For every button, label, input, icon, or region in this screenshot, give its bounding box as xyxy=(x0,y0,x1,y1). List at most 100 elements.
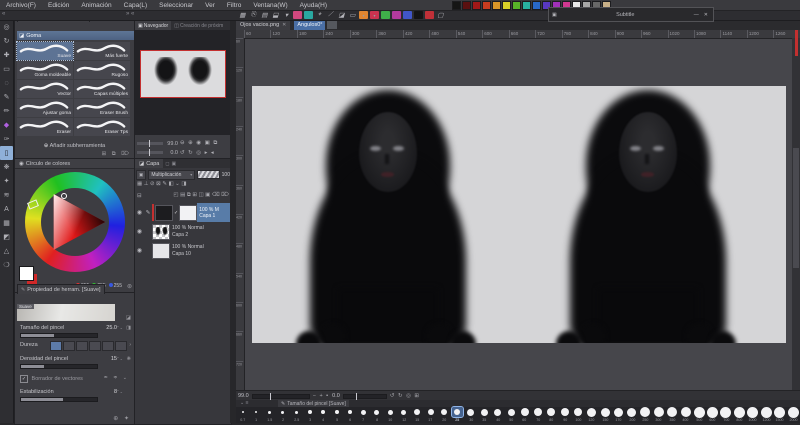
menu-item[interactable]: Capa(L) xyxy=(118,2,153,9)
brush-size-item[interactable]: 70 xyxy=(531,407,544,423)
navigator-viewport[interactable] xyxy=(135,30,231,135)
sv-marker[interactable] xyxy=(61,193,67,199)
subtool-footer-icons[interactable]: ⊞ ⧉ ⌦ xyxy=(102,151,131,158)
angle-input-field[interactable]: Angulos0° xyxy=(294,21,325,30)
brush-size-item[interactable]: 800 xyxy=(733,407,746,423)
brush-size-item[interactable]: 1500 xyxy=(773,407,786,423)
toolbar-icon[interactable]: ⟋ xyxy=(326,11,335,19)
visibility-eye-icon[interactable]: ◉ xyxy=(135,228,144,235)
tool-icon[interactable]: ✦ xyxy=(0,174,13,188)
close-tab-icon[interactable]: ✕ xyxy=(282,22,286,28)
close-button[interactable]: ✕ xyxy=(704,12,710,18)
status-zoom-value[interactable]: 99.0 xyxy=(238,393,249,399)
subtool-item[interactable]: Eraser Brush xyxy=(74,99,130,117)
brush-size-item[interactable]: 300 xyxy=(652,407,665,423)
tool-icon[interactable]: ✎ xyxy=(0,90,13,104)
subtool-item[interactable]: Goma moldeable xyxy=(17,61,73,79)
document-tab[interactable]: Ojos vacios.png ✕ xyxy=(236,20,290,30)
tool-icon[interactable]: ↻ xyxy=(0,34,13,48)
status-rotation-value[interactable]: 0.0 xyxy=(332,393,340,399)
brush-size-item[interactable]: 2.5 xyxy=(290,407,303,423)
palette-swatch[interactable] xyxy=(502,1,511,10)
tool-icon[interactable]: ▦ xyxy=(0,216,13,230)
nav-zoom-slider[interactable] xyxy=(137,142,163,145)
status-zoom-buttons[interactable]: − + ▪ xyxy=(313,393,329,399)
density-slider[interactable] xyxy=(20,364,98,369)
subtool-item[interactable]: Vector xyxy=(17,80,73,98)
layer-action-buttons[interactable]: ◰ ▤ ⧉ ⊞ ◫ ▣ ⌫ ⌦ xyxy=(173,192,229,199)
brush-size-item[interactable]: 200 xyxy=(625,407,638,423)
collapse-icons[interactable]: ⌄ ≡ xyxy=(240,400,249,406)
brush-size-item[interactable]: 8 xyxy=(370,407,383,423)
stepper-icon[interactable]: ⌃⌄ xyxy=(116,325,123,330)
vertical-scrollbar[interactable] xyxy=(792,38,800,390)
brush-size-item[interactable]: 120 xyxy=(585,407,598,423)
status-rotation-buttons[interactable]: ↺ ↻ ◎ ⊞ xyxy=(390,393,420,399)
toolbar-icon[interactable]: ▭ xyxy=(348,11,357,19)
toolbar-icon[interactable]: ⬓ xyxy=(271,11,280,19)
tool-icon[interactable]: A xyxy=(0,202,13,216)
nav-zoom-buttons[interactable]: ⊖ ⊕ ◉ ▣ ⧉ xyxy=(180,140,218,147)
minimize-button[interactable]: — xyxy=(694,12,701,18)
menu-item[interactable]: Animación xyxy=(75,2,117,9)
subtool-item[interactable]: Eraser xyxy=(17,118,73,136)
brush-size-item[interactable]: 4 xyxy=(317,407,330,423)
checkbox[interactable]: ✓ xyxy=(20,375,28,383)
angle-field-button[interactable] xyxy=(327,21,337,29)
tool-icon[interactable]: ≋ xyxy=(0,188,13,202)
canvas-thumbnail[interactable] xyxy=(140,50,226,98)
brush-size-item[interactable]: 5 xyxy=(330,407,343,423)
toolbar-icon[interactable]: ▦ xyxy=(238,11,247,19)
palette-swatch[interactable] xyxy=(492,1,501,10)
tool-icon[interactable]: ◩ xyxy=(0,230,13,244)
brush-size-item[interactable]: 250 xyxy=(639,407,652,423)
tool-icon[interactable]: ◎ xyxy=(0,20,13,34)
tool-property-tab[interactable]: ✎ Propiedad de herram. [Suave] xyxy=(17,284,105,294)
collapse-icon[interactable]: ⊟ xyxy=(137,193,142,199)
subtool-item[interactable]: Más fuerte xyxy=(74,42,130,60)
toolbar-icon[interactable]: ◪ xyxy=(337,11,346,19)
subtitle-overlay-window[interactable]: ▣ Subtitle — ✕ xyxy=(548,7,714,22)
brush-size-item[interactable]: 40 xyxy=(491,407,504,423)
subtool-group-header[interactable]: ◪ Goma xyxy=(17,31,134,40)
brush-size-item[interactable]: 25 xyxy=(451,407,464,423)
brush-size-item[interactable]: 12 xyxy=(397,407,410,423)
layer-row-capa2[interactable]: ◉ 100 % Normal Capa 2 xyxy=(135,222,231,241)
brush-size-item[interactable]: 80 xyxy=(545,407,558,423)
layer-lock-icons[interactable]: ▦ ⊥ ⊘ ⊠ ✎ ◧ ⌄ ◨ xyxy=(137,181,229,187)
toolbar-icon[interactable] xyxy=(381,11,390,19)
panel-collapse-icon[interactable]: « xyxy=(2,11,5,17)
palette-swatch[interactable] xyxy=(522,1,531,10)
main-color-swatch[interactable] xyxy=(19,266,34,281)
brush-size-item[interactable]: 2 xyxy=(276,407,289,423)
brush-size-item[interactable]: 700 xyxy=(719,407,732,423)
tab-capa[interactable]: ◪ Capa xyxy=(135,159,163,168)
toolbar-icon[interactable]: ⎘ xyxy=(249,11,258,19)
brush-size-item[interactable]: 17 xyxy=(424,407,437,423)
brush-size-item[interactable]: 1.5 xyxy=(263,407,276,423)
tool-icon[interactable]: ◌ xyxy=(0,76,13,90)
hardness-segments[interactable] xyxy=(50,341,127,351)
subtool-item[interactable]: Suave xyxy=(17,42,73,60)
brush-size-item[interactable]: 10 xyxy=(384,407,397,423)
brush-size-item[interactable]: 30 xyxy=(464,407,477,423)
palette-swatch[interactable] xyxy=(482,1,491,10)
canvas-viewport[interactable] xyxy=(244,38,792,390)
toolbar-icon[interactable] xyxy=(403,11,412,19)
subtool-item[interactable]: Rugoso xyxy=(74,61,130,79)
menu-item[interactable]: Seleccionar xyxy=(153,2,199,9)
visibility-eye-icon[interactable]: ◉ xyxy=(135,209,144,216)
tool-icon[interactable]: ✚ xyxy=(0,48,13,62)
brush-size-item[interactable]: 90 xyxy=(558,407,571,423)
brush-size-item[interactable]: 1000 xyxy=(746,407,759,423)
layer-thumbnail[interactable] xyxy=(152,243,170,259)
menu-item[interactable]: Filtro xyxy=(221,2,247,9)
tool-icon[interactable]: ❍ xyxy=(0,258,13,272)
color-wheel-header[interactable]: ◉ Círculo de colores xyxy=(15,159,138,169)
brush-size-slider[interactable] xyxy=(20,333,98,338)
tool-property-footer-icons[interactable]: ⊕ ✦ xyxy=(113,415,131,422)
layer-row-capa1[interactable]: ◉ ✎ ✓ 100 % M Capa 1 xyxy=(135,203,231,222)
palette-swatch[interactable] xyxy=(532,1,541,10)
tool-icon[interactable]: ❋ xyxy=(0,160,13,174)
brush-size-item[interactable]: 35 xyxy=(478,407,491,423)
